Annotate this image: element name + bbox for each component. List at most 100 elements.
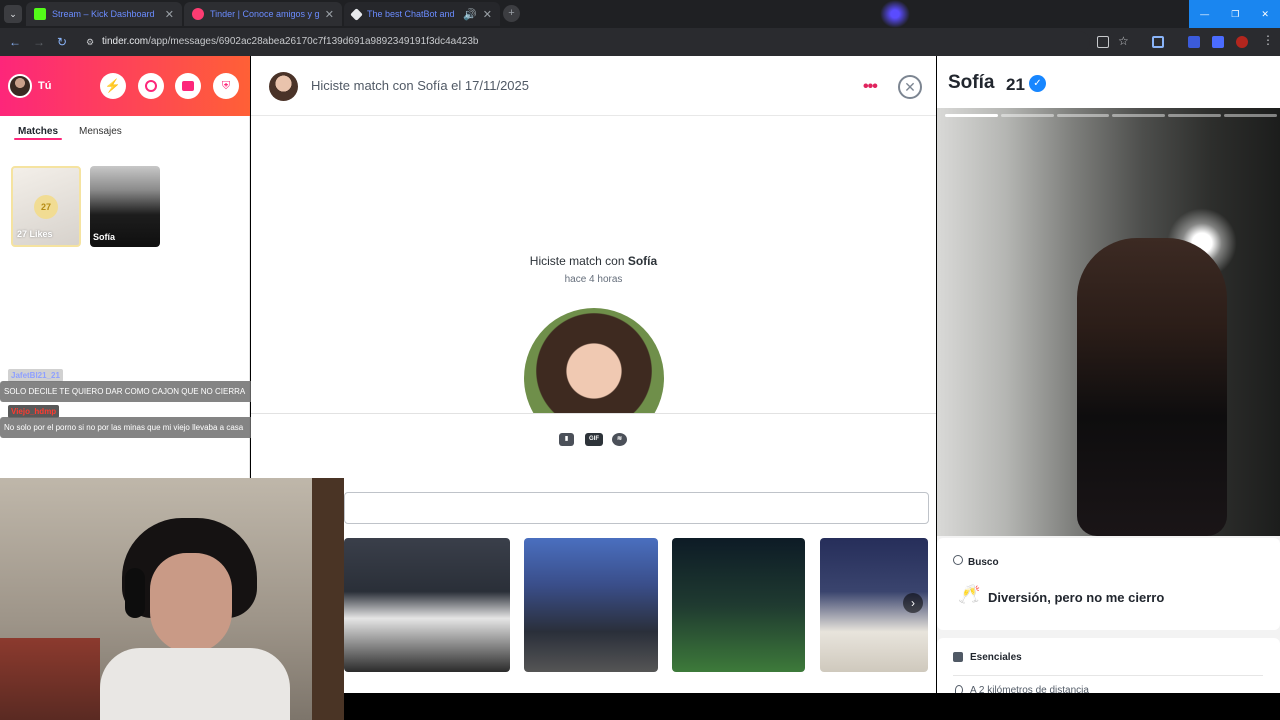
browser-address-bar: ← → ↻ ⚙ tinder.com/app/messages/6902ac28… — [0, 28, 1280, 56]
gif-icon[interactable]: GIF — [585, 433, 603, 446]
headphones-icon — [125, 568, 145, 618]
close-tab-icon[interactable]: ✕ — [483, 8, 492, 21]
extension-a-icon[interactable] — [1188, 36, 1200, 48]
streamer-face — [150, 553, 232, 653]
tab-title: Tinder | Conoce amigos y gente — [210, 9, 319, 19]
looking-for-value: Diversión, pero no me cierro — [988, 590, 1165, 605]
install-icon[interactable] — [1097, 36, 1109, 48]
speaker-icon[interactable]: 🔊 — [463, 8, 477, 21]
profile-age: 21 — [1006, 75, 1025, 94]
site-info-icon[interactable]: ⚙ — [86, 31, 94, 53]
streamer-webcam — [0, 478, 344, 720]
browser-tab-bar: ⌄ Stream – Kick Dashboard ✕ Tinder | Con… — [0, 0, 1280, 28]
tab-search-button[interactable]: ⌄ — [4, 5, 22, 23]
likes-card[interactable]: 27 27 Likes — [11, 166, 81, 247]
match-prefix: Hiciste match con — [529, 254, 628, 268]
minimize-icon[interactable]: — — [1200, 9, 1209, 19]
match-timestamp: hace 4 horas — [564, 274, 623, 285]
gif-option[interactable] — [344, 538, 510, 672]
match-announcement: Hiciste match con Sofía — [251, 254, 936, 268]
sticker-icon[interactable]: ▮ — [559, 433, 574, 446]
location-pin-icon — [955, 685, 963, 693]
photo-pager — [945, 114, 1277, 117]
bookmark-star-icon[interactable]: ☆ — [1118, 34, 1129, 48]
url-host: tinder.com — [102, 36, 149, 47]
person-silhouette — [1077, 238, 1227, 536]
browser-menu-icon[interactable]: ⋮ — [1262, 33, 1274, 47]
match-name: Sofía — [93, 232, 116, 242]
explore-button[interactable] — [138, 73, 164, 99]
wallet-button[interactable] — [175, 73, 201, 99]
profile-avatar-icon[interactable] — [1236, 36, 1248, 48]
new-tab-button[interactable]: + — [503, 5, 520, 22]
avatar[interactable] — [8, 74, 32, 98]
streamer-body — [100, 648, 290, 720]
webcam-door — [312, 478, 344, 720]
reload-icon[interactable]: ↻ — [57, 35, 67, 49]
kick-icon — [34, 8, 46, 20]
divider — [953, 675, 1263, 676]
close-tab-icon[interactable]: ✕ — [325, 8, 334, 21]
close-tab-icon[interactable]: ✕ — [165, 8, 174, 21]
conversation-title: Hiciste match con Sofía el 17/11/2025 — [311, 78, 529, 93]
tab-messages[interactable]: Mensajes — [79, 126, 122, 137]
match-profile-photo[interactable] — [524, 308, 664, 413]
url-field[interactable]: ⚙ tinder.com/app/messages/6902ac28abea26… — [80, 31, 1090, 53]
close-window-icon[interactable]: ✕ — [1261, 9, 1269, 20]
conversation-pane: Hiciste match con Sofía el 17/11/2025 ••… — [251, 56, 936, 693]
essentials-label: Esenciales — [970, 652, 1022, 663]
extension-b-icon[interactable] — [1212, 36, 1224, 48]
tinder-flame-icon — [192, 8, 204, 20]
profile-header: Sofía 21 ✓ — [937, 56, 1280, 108]
essentials-card: Esenciales A 2 kilómetros de distancia — [937, 638, 1280, 693]
letterbox — [344, 693, 1280, 720]
sidebar-header: Tú ⚡ ⛨ — [0, 56, 250, 116]
message-input[interactable] — [344, 492, 929, 524]
chatbot-icon — [350, 7, 363, 21]
back-icon[interactable]: ← — [9, 35, 21, 49]
search-icon — [953, 555, 963, 565]
profile-label[interactable]: Tú — [38, 80, 51, 92]
tab-title: The best ChatBot and Widg — [367, 9, 457, 19]
decorative-light — [880, 0, 910, 28]
shield-icon: ⛨ — [221, 79, 231, 92]
profile-pane: Sofía 21 ✓ Busco 🥂 Diversión, pero no me… — [937, 56, 1280, 693]
lightning-icon: ⚡ — [104, 78, 122, 93]
more-options-icon[interactable]: ••• — [863, 78, 878, 96]
cheers-icon: 🥂 — [958, 584, 981, 604]
tab-matches[interactable]: Matches — [18, 126, 58, 137]
id-card-icon — [953, 652, 963, 662]
chevron-right-icon[interactable]: › — [903, 593, 923, 613]
extensions-icon[interactable] — [1152, 36, 1164, 48]
compass-icon — [145, 80, 157, 92]
looking-for-card: Busco 🥂 Diversión, pero no me cierro — [937, 538, 1280, 630]
spotify-icon[interactable]: ≋ — [612, 433, 627, 446]
profile-name: Sofía — [948, 72, 995, 93]
briefcase-icon — [182, 81, 194, 91]
distance-text: A 2 kilómetros de distancia — [970, 685, 1089, 693]
gif-option[interactable] — [524, 538, 658, 672]
forward-icon[interactable]: → — [33, 35, 45, 49]
verified-badge-icon: ✓ — [1029, 75, 1046, 92]
boost-button[interactable]: ⚡ — [100, 73, 126, 99]
browser-tab-kick[interactable]: Stream – Kick Dashboard ✕ — [26, 2, 182, 26]
gif-option[interactable] — [672, 538, 805, 672]
active-tab-indicator — [14, 138, 62, 140]
conversation-header: Hiciste match con Sofía el 17/11/2025 ••… — [251, 56, 936, 116]
looking-for-label: Busco — [968, 557, 999, 568]
browser-tab-tinder[interactable]: Tinder | Conoce amigos y gente ✕ — [184, 2, 342, 26]
divider — [251, 413, 936, 414]
browser-tab-chatbot[interactable]: The best ChatBot and Widg 🔊 ✕ — [344, 2, 500, 26]
safety-button[interactable]: ⛨ — [213, 73, 239, 99]
tab-title: Stream – Kick Dashboard — [52, 9, 155, 19]
restore-icon[interactable]: ❐ — [1231, 9, 1239, 20]
profile-photo[interactable] — [937, 108, 1280, 536]
close-icon[interactable]: ✕ — [898, 75, 922, 99]
url-path: /app/messages/6902ac28abea26170c7f139d69… — [148, 36, 479, 47]
likes-count-badge: 27 — [34, 195, 58, 219]
avatar[interactable] — [269, 72, 298, 101]
likes-label: 27 Likes — [17, 229, 53, 239]
match-card-sofia[interactable]: Sofía — [90, 166, 160, 247]
match-name: Sofía — [627, 254, 658, 268]
webcam-bed — [0, 638, 100, 720]
